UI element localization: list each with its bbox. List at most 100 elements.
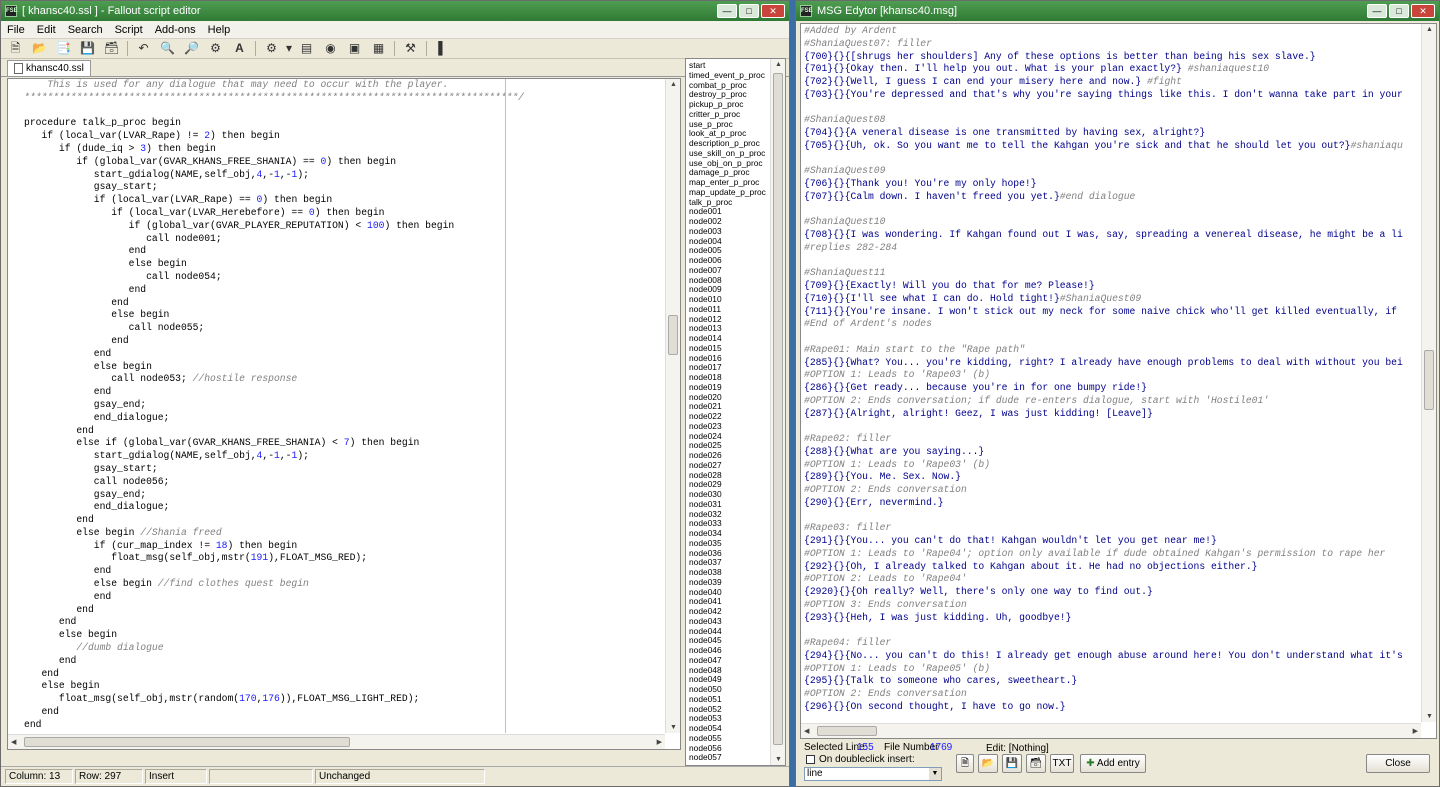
- code-line[interactable]: float_msg(self_obj,mstr(191),FLOAT_MSG_R…: [24, 552, 664, 565]
- menu-add-ons[interactable]: Add-ons: [149, 24, 202, 36]
- msg-line[interactable]: {710}{}{I'll see what I can do. Hold tig…: [804, 293, 1420, 306]
- code-line[interactable]: end: [24, 386, 664, 399]
- code-scroll-thumb[interactable]: [668, 315, 678, 355]
- font-icon[interactable]: A: [229, 40, 250, 57]
- msg-line[interactable]: {294}{}{No... you can't do this! I alrea…: [804, 650, 1420, 663]
- code-line[interactable]: end: [24, 668, 664, 681]
- msg-line[interactable]: {291}{}{You... you can't do that! Kahgan…: [804, 535, 1420, 548]
- msg-scroll-thumb[interactable]: [1424, 350, 1434, 410]
- msg-line[interactable]: {709}{}{Exactly! Will you do that for me…: [804, 280, 1420, 293]
- code-line[interactable]: end: [24, 297, 664, 310]
- msg-line[interactable]: {290}{}{Err, nevermind.}: [804, 497, 1420, 510]
- msg-line[interactable]: #OPTION 3: Ends conversation: [804, 599, 1420, 612]
- msg-line[interactable]: {702}{}{Well, I guess I can end your mis…: [804, 76, 1420, 89]
- msg-horizontal-scrollbar[interactable]: ◀ ▶: [801, 723, 1421, 738]
- msg-text-area[interactable]: #Added by Ardent #ShaniaQuest07: filler {7…: [800, 23, 1437, 739]
- code-line[interactable]: if (global_var(GVAR_KHANS_FREE_SHANIA) =…: [24, 156, 664, 169]
- msg-line[interactable]: {703}{}{You're depressed and that's why …: [804, 89, 1420, 102]
- parse-icon[interactable]: ▦: [368, 40, 389, 57]
- scroll-up-icon[interactable]: ▲: [1426, 26, 1433, 33]
- msg-line[interactable]: [804, 420, 1420, 433]
- code-horizontal-scrollbar[interactable]: ◀ ▶: [8, 734, 665, 749]
- goto-icon[interactable]: ⚙: [205, 40, 226, 57]
- scroll-left-icon[interactable]: ◀: [11, 738, 16, 746]
- code-line[interactable]: else begin //Shania freed: [24, 527, 664, 540]
- msg-line[interactable]: #Rape02: filler: [804, 433, 1420, 446]
- msg-line[interactable]: #Rape04: filler: [804, 637, 1420, 650]
- code-line[interactable]: if (local_var(LVAR_Herebefore) == 0) the…: [24, 207, 664, 220]
- editor-titlebar[interactable]: FSE [ khansc40.ssl ] - Fallout script ed…: [1, 1, 789, 21]
- doubleclick-option[interactable]: On doubleclick insert:: [806, 754, 915, 765]
- msg-vertical-scrollbar[interactable]: ▲ ▼: [1421, 24, 1436, 722]
- scroll-left-icon[interactable]: ◀: [804, 727, 809, 735]
- menu-edit[interactable]: Edit: [31, 24, 62, 36]
- split-view-icon[interactable]: ▌: [432, 40, 453, 57]
- msg-line[interactable]: #ShaniaQuest10: [804, 216, 1420, 229]
- code-line[interactable]: end: [24, 514, 664, 527]
- msg-line[interactable]: [804, 624, 1420, 637]
- msg-line[interactable]: {711}{}{You're insane. I won't stick out…: [804, 306, 1420, 319]
- msg-line[interactable]: {285}{}{What? You... you're kidding, rig…: [804, 357, 1420, 370]
- menu-script[interactable]: Script: [109, 24, 149, 36]
- menu-file[interactable]: File: [1, 24, 31, 36]
- msg-line[interactable]: [804, 510, 1420, 523]
- code-line[interactable]: end: [24, 616, 664, 629]
- msg-line[interactable]: #OPTION 1: Leads to 'Rape04'; option onl…: [804, 548, 1420, 561]
- code-line[interactable]: end: [24, 565, 664, 578]
- decompile-icon[interactable]: ◉: [320, 40, 341, 57]
- msg-line[interactable]: {707}{}{Calm down. I haven't freed you y…: [804, 191, 1420, 204]
- code-line[interactable]: else if (global_var(GVAR_KHANS_FREE_SHAN…: [24, 437, 664, 450]
- code-line[interactable]: end: [24, 604, 664, 617]
- code-line[interactable]: [24, 105, 664, 118]
- scroll-up-icon[interactable]: ▲: [670, 81, 677, 88]
- scroll-up-icon[interactable]: ▲: [775, 61, 782, 68]
- code-line[interactable]: call node055;: [24, 322, 664, 335]
- new-msg-button[interactable]: 🗎: [956, 754, 974, 773]
- save-all-msg-button[interactable]: 🗃: [1026, 754, 1046, 773]
- msg-line[interactable]: {289}{}{You. Me. Sex. Now.}: [804, 471, 1420, 484]
- scroll-down-icon[interactable]: ▼: [1426, 713, 1433, 720]
- dialog-preview-icon[interactable]: ▣: [344, 40, 365, 57]
- settings-icon[interactable]: ⚒: [400, 40, 421, 57]
- msg-line[interactable]: {292}{}{Oh, I already talked to Kahgan a…: [804, 561, 1420, 574]
- code-line[interactable]: end_dialogue;: [24, 501, 664, 514]
- code-text[interactable]: This is used for any dialogue that may n…: [24, 79, 664, 733]
- compile-icon[interactable]: ⚙: [261, 40, 282, 57]
- msg-line[interactable]: {700}{}{[shrugs her shoulders] Any of th…: [804, 51, 1420, 64]
- code-line[interactable]: start_gdialog(NAME,self_obj,4,-1,-1);: [24, 169, 664, 182]
- msg-line[interactable]: #OPTION 1: Leads to 'Rape03' (b): [804, 459, 1420, 472]
- msg-line[interactable]: {705}{}{Uh, ok. So you want me to tell t…: [804, 140, 1420, 153]
- code-line[interactable]: call node056;: [24, 476, 664, 489]
- maximize-button[interactable]: □: [739, 4, 759, 18]
- code-line[interactable]: procedure talk_p_proc begin: [24, 117, 664, 130]
- minimize-button[interactable]: —: [717, 4, 737, 18]
- msg-line[interactable]: {286}{}{Get ready... because you're in f…: [804, 382, 1420, 395]
- code-line[interactable]: end: [24, 284, 664, 297]
- new-file-icon[interactable]: 🗎: [5, 40, 26, 57]
- open-msg-button[interactable]: 📂: [978, 754, 998, 773]
- txt-button[interactable]: TXT: [1050, 754, 1074, 773]
- msg-line[interactable]: {288}{}{What are you saying...}: [804, 446, 1420, 459]
- dropdown-arrow-icon[interactable]: ▾: [285, 40, 293, 57]
- save-icon[interactable]: 💾: [77, 40, 98, 57]
- msg-line[interactable]: {708}{}{I was wondering. If Kahgan found…: [804, 229, 1420, 242]
- code-line[interactable]: end: [24, 706, 664, 719]
- code-line[interactable]: if (cur_map_index != 18) then begin: [24, 540, 664, 553]
- procedure-item[interactable]: node057: [689, 752, 771, 763]
- msg-line[interactable]: #Rape03: filler: [804, 522, 1420, 535]
- scroll-right-icon[interactable]: ▶: [1413, 727, 1418, 735]
- find-replace-icon[interactable]: 🔎: [181, 40, 202, 57]
- procedure-list[interactable]: start timed_event_p_proc combat_p_proc dest…: [685, 58, 786, 766]
- msg-hscroll-thumb[interactable]: [817, 726, 877, 736]
- code-line[interactable]: [24, 732, 664, 733]
- msg-line[interactable]: #End of Ardent's nodes: [804, 318, 1420, 331]
- code-line[interactable]: else begin: [24, 258, 664, 271]
- code-line[interactable]: if (local_var(LVAR_Rape) == 0) then begi…: [24, 194, 664, 207]
- code-line[interactable]: end: [24, 335, 664, 348]
- code-line[interactable]: call node053; //hostile response: [24, 373, 664, 386]
- close-window-button[interactable]: ✕: [1411, 4, 1435, 18]
- code-line[interactable]: end: [24, 591, 664, 604]
- code-line[interactable]: ****************************************…: [24, 92, 664, 105]
- code-line[interactable]: end: [24, 245, 664, 258]
- close-window-button[interactable]: ✕: [761, 4, 785, 18]
